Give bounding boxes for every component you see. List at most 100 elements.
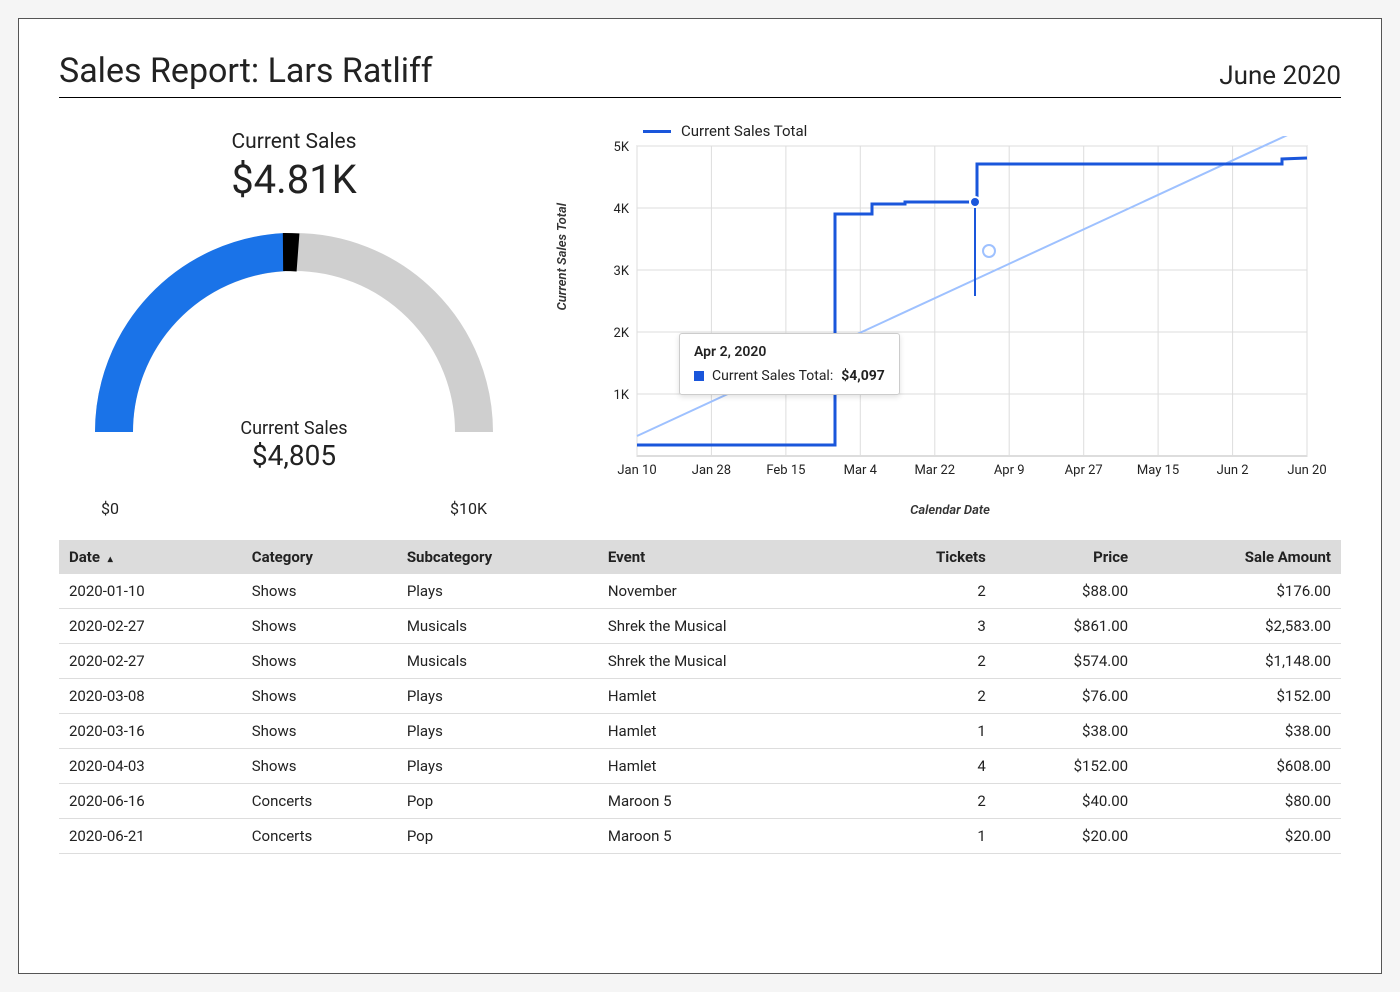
line-chart-svg: 5K 4K 3K 2K 1K Jan 10 Jan 28 Feb 15 Mar …	[587, 136, 1327, 506]
table-cell: $2,583.00	[1138, 609, 1341, 644]
table-cell: Shows	[242, 749, 397, 784]
table-cell: $38.00	[1138, 714, 1341, 749]
table-cell: 2	[863, 644, 996, 679]
gauge-max-label: $10K	[450, 499, 487, 518]
table-cell: Shows	[242, 679, 397, 714]
header: Sales Report: Lars Ratliff June 2020	[59, 51, 1341, 98]
xtick: Jun 2	[1217, 463, 1249, 478]
xtick: Jun 20	[1287, 463, 1326, 478]
table-cell: Shows	[242, 609, 397, 644]
ytick: 2K	[614, 326, 630, 341]
table-cell: Plays	[397, 714, 598, 749]
table-cell: 1	[863, 714, 996, 749]
table-cell: 1	[863, 819, 996, 854]
gauge-mid-label: Current Sales	[59, 418, 529, 439]
tooltip-swatch	[694, 371, 704, 381]
table-cell: Plays	[397, 574, 598, 609]
table-cell: 2	[863, 574, 996, 609]
table-cell: 2	[863, 679, 996, 714]
table-row[interactable]: 2020-06-21ConcertsPopMaroon 51$20.00$20.…	[59, 819, 1341, 854]
ytick: 4K	[614, 202, 630, 217]
ytick: 3K	[614, 264, 630, 279]
table-cell: Concerts	[242, 819, 397, 854]
charts-row: Current Sales $4.81K Current Sales $4,80…	[59, 118, 1341, 518]
col-category[interactable]: Category	[242, 540, 397, 574]
chart-tooltip: Apr 2, 2020 Current Sales Total: $4,097	[679, 333, 900, 395]
legend-swatch	[643, 130, 671, 133]
table-row[interactable]: 2020-02-27ShowsMusicalsShrek the Musical…	[59, 644, 1341, 679]
xtick: Apr 9	[994, 463, 1025, 478]
table-cell: Pop	[397, 784, 598, 819]
gauge-mid-value: $4,805	[59, 439, 529, 472]
table-cell: 2	[863, 784, 996, 819]
gauge-top-value: $4.81K	[59, 156, 529, 203]
table-row[interactable]: 2020-03-16ShowsPlaysHamlet1$38.00$38.00	[59, 714, 1341, 749]
xtick: Jan 10	[617, 463, 656, 478]
table-cell: $176.00	[1138, 574, 1341, 609]
tooltip-series: Current Sales Total:	[712, 368, 833, 384]
xtick: May 15	[1137, 463, 1179, 478]
period-label: June 2020	[1219, 61, 1341, 91]
table-cell: 4	[863, 749, 996, 784]
table-cell: Pop	[397, 819, 598, 854]
gauge-min-label: $0	[101, 499, 119, 518]
gauge-chart: Current Sales $4.81K Current Sales $4,80…	[59, 118, 529, 518]
table-cell: Shows	[242, 644, 397, 679]
table-cell: Hamlet	[598, 749, 863, 784]
line-chart: Current Sales Total Current Sales Total	[559, 118, 1341, 518]
col-saleamount[interactable]: Sale Amount	[1138, 540, 1341, 574]
table-cell: $574.00	[996, 644, 1138, 679]
col-tickets[interactable]: Tickets	[863, 540, 996, 574]
col-date[interactable]: Date ▴	[59, 540, 242, 574]
table-cell: $861.00	[996, 609, 1138, 644]
table-row[interactable]: 2020-06-16ConcertsPopMaroon 52$40.00$80.…	[59, 784, 1341, 819]
table-cell: $1,148.00	[1138, 644, 1341, 679]
col-price[interactable]: Price	[996, 540, 1138, 574]
table-row[interactable]: 2020-04-03ShowsPlaysHamlet4$152.00$608.0…	[59, 749, 1341, 784]
table-cell: 2020-06-21	[59, 819, 242, 854]
table-cell: $152.00	[1138, 679, 1341, 714]
table-cell: 2020-04-03	[59, 749, 242, 784]
table-cell: Shows	[242, 574, 397, 609]
table-cell: Shrek the Musical	[598, 644, 863, 679]
table-cell: Shows	[242, 714, 397, 749]
table-cell: Musicals	[397, 644, 598, 679]
col-event[interactable]: Event	[598, 540, 863, 574]
table-cell: $608.00	[1138, 749, 1341, 784]
table-cell: 3	[863, 609, 996, 644]
table-cell: $76.00	[996, 679, 1138, 714]
ytick: 1K	[614, 388, 630, 403]
table-header: Date ▴ Category Subcategory Event Ticket…	[59, 540, 1341, 574]
sales-table: Date ▴ Category Subcategory Event Ticket…	[59, 540, 1341, 854]
table-cell: Shrek the Musical	[598, 609, 863, 644]
table-cell: 2020-01-10	[59, 574, 242, 609]
xtick: Mar 22	[914, 463, 955, 478]
xtick: Apr 27	[1065, 463, 1103, 478]
gauge-top-label: Current Sales	[59, 130, 529, 154]
table-cell: Maroon 5	[598, 784, 863, 819]
table-cell: 2020-03-16	[59, 714, 242, 749]
table-cell: Plays	[397, 679, 598, 714]
table-cell: 2020-03-08	[59, 679, 242, 714]
col-subcategory[interactable]: Subcategory	[397, 540, 598, 574]
sort-asc-icon: ▴	[108, 554, 113, 565]
table-row[interactable]: 2020-02-27ShowsMusicalsShrek the Musical…	[59, 609, 1341, 644]
table-cell: $88.00	[996, 574, 1138, 609]
table-row[interactable]: 2020-03-08ShowsPlaysHamlet2$76.00$152.00	[59, 679, 1341, 714]
table-cell: $152.00	[996, 749, 1138, 784]
table-cell: Concerts	[242, 784, 397, 819]
table-cell: $20.00	[1138, 819, 1341, 854]
tooltip-date: Apr 2, 2020	[694, 344, 885, 360]
report-sheet: Sales Report: Lars Ratliff June 2020 Cur…	[18, 18, 1382, 974]
xtick: Feb 15	[766, 463, 805, 478]
tooltip-value: $4,097	[841, 368, 885, 384]
table-cell: $20.00	[996, 819, 1138, 854]
page-title: Sales Report: Lars Ratliff	[59, 51, 433, 91]
x-axis-title: Calendar Date	[910, 503, 990, 518]
ytick: 5K	[614, 140, 630, 155]
table-cell: Musicals	[397, 609, 598, 644]
table-row[interactable]: 2020-01-10ShowsPlaysNovember2$88.00$176.…	[59, 574, 1341, 609]
xtick: Jan 28	[692, 463, 731, 478]
table-cell: Plays	[397, 749, 598, 784]
table-cell: Maroon 5	[598, 819, 863, 854]
